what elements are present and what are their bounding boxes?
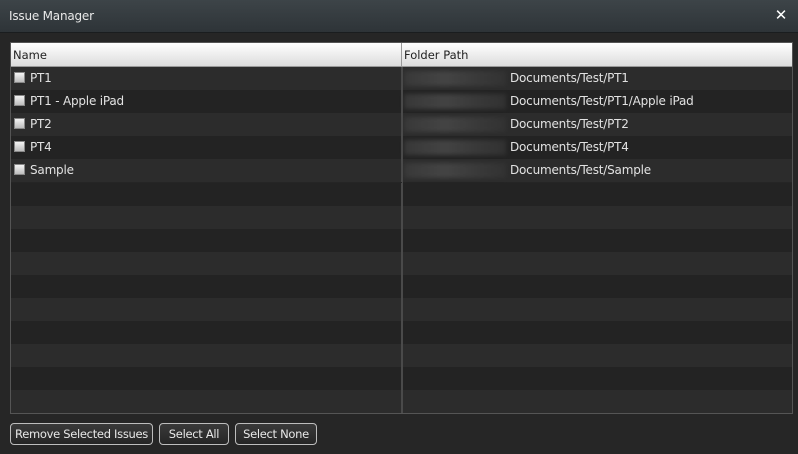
name-cell: PT2 [11, 113, 402, 136]
issue-name: PT1 - Apple iPad [30, 94, 124, 108]
folder-path-text: Documents/Test/PT1/Apple iPad [510, 94, 694, 108]
name-cell: PT1 [11, 67, 402, 90]
column-header-folder-path[interactable]: Folder Path [402, 43, 792, 66]
name-cell: PT1 - Apple iPad [11, 90, 402, 113]
name-cell [11, 252, 402, 275]
folder-path-cell: Documents/Test/PT1/Apple iPad [402, 90, 792, 113]
name-cell [11, 229, 402, 252]
folder-path-cell [402, 252, 792, 275]
redacted-path-prefix [404, 140, 506, 155]
row-checkbox[interactable] [14, 118, 25, 129]
issue-name: PT1 [30, 71, 52, 85]
name-cell: PT4 [11, 136, 402, 159]
table-header: Name Folder Path [11, 43, 792, 67]
issue-name: PT4 [30, 140, 52, 154]
folder-path-cell: Documents/Test/Sample [402, 159, 792, 182]
column-divider [402, 67, 403, 413]
close-icon[interactable]: ✕ [773, 6, 789, 24]
redacted-path-prefix [404, 94, 506, 109]
issue-name: Sample [30, 163, 74, 177]
name-cell [11, 321, 402, 344]
name-cell [11, 298, 402, 321]
name-cell: Sample [11, 159, 402, 182]
title-bar: Issue Manager ✕ [0, 0, 798, 33]
issues-table: Name Folder Path PT1 Documents/Test/PT1 PT… [10, 42, 793, 414]
row-checkbox[interactable] [14, 141, 25, 152]
folder-path-cell [402, 183, 792, 206]
folder-path-text: Documents/Test/PT2 [510, 117, 629, 131]
folder-path-text: Documents/Test/PT4 [510, 140, 629, 154]
row-checkbox[interactable] [14, 164, 25, 175]
select-all-button[interactable]: Select All [159, 423, 229, 445]
folder-path-cell [402, 344, 792, 367]
folder-path-cell [402, 321, 792, 344]
folder-path-text: Documents/Test/PT1 [510, 71, 629, 85]
remove-selected-issues-button[interactable]: Remove Selected Issues [10, 423, 153, 445]
name-cell [11, 206, 402, 229]
folder-path-cell: Documents/Test/PT4 [402, 136, 792, 159]
name-cell [11, 390, 402, 413]
redacted-path-prefix [404, 71, 506, 86]
folder-path-cell [402, 390, 792, 413]
folder-path-cell: Documents/Test/PT2 [402, 113, 792, 136]
row-checkbox[interactable] [14, 72, 25, 83]
column-header-name[interactable]: Name [11, 43, 402, 66]
name-cell [11, 367, 402, 390]
folder-path-cell [402, 367, 792, 390]
folder-path-cell [402, 298, 792, 321]
select-none-button[interactable]: Select None [235, 423, 317, 445]
folder-path-cell: Documents/Test/PT1 [402, 67, 792, 90]
folder-path-text: Documents/Test/Sample [510, 163, 651, 177]
folder-path-cell [402, 275, 792, 298]
row-checkbox[interactable] [14, 95, 25, 106]
redacted-path-prefix [404, 117, 506, 132]
issue-name: PT2 [30, 117, 52, 131]
name-cell [11, 183, 402, 206]
name-cell [11, 275, 402, 298]
name-cell [11, 344, 402, 367]
window-title: Issue Manager [9, 9, 94, 23]
folder-path-cell [402, 206, 792, 229]
folder-path-cell [402, 229, 792, 252]
redacted-path-prefix [404, 163, 506, 178]
